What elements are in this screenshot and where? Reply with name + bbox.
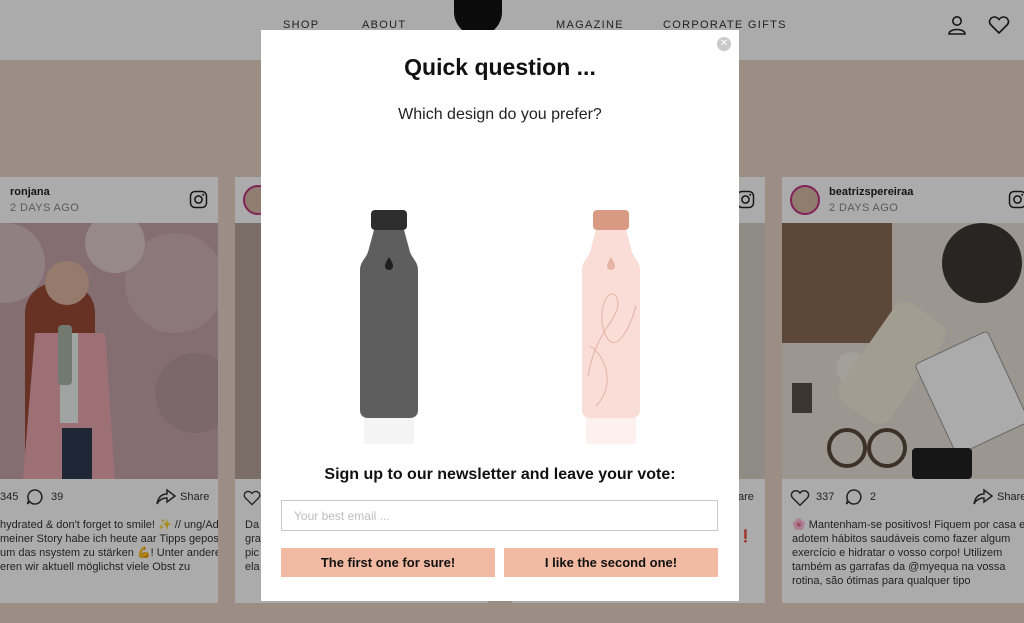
email-input[interactable] (281, 500, 718, 531)
modal-subtitle: Which design do you prefer? (398, 106, 602, 123)
vote-first-button[interactable]: The first one for sure! (281, 548, 495, 577)
pink-bottle-option[interactable] (576, 206, 646, 446)
dark-grey-bottle-option[interactable] (354, 206, 424, 446)
newsletter-heading: Sign up to our newsletter and leave your… (324, 466, 676, 483)
close-icon[interactable]: ✕ (717, 37, 731, 51)
quick-question-modal: ✕ Quick question ... Which design do you… (261, 30, 739, 601)
modal-title: Quick question ... (404, 54, 596, 80)
vote-second-button[interactable]: I like the second one! (504, 548, 718, 577)
